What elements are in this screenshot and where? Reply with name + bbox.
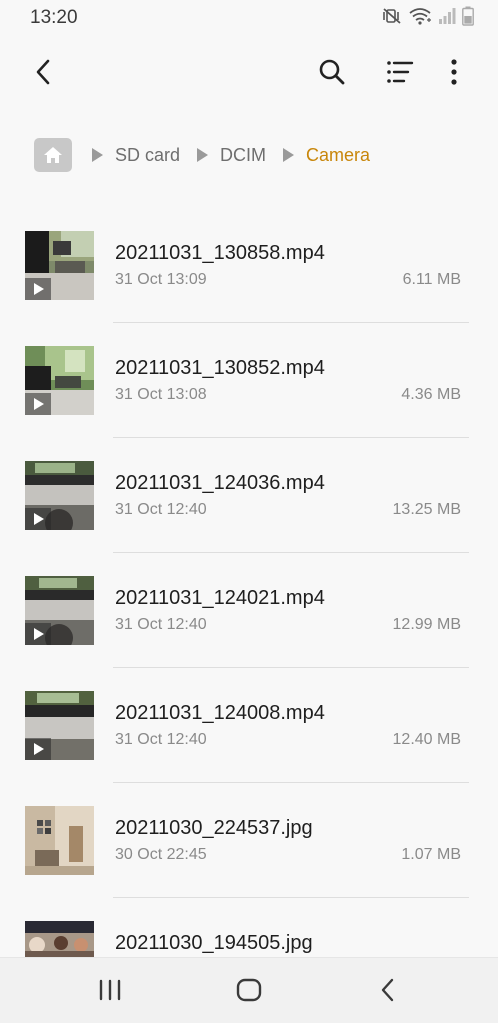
more-options-button[interactable]: [434, 52, 474, 92]
file-name: 20211031_130852.mp4: [115, 357, 325, 379]
file-date: 31 Oct 12:40: [115, 731, 207, 748]
file-name: 20211031_124021.mp4: [115, 587, 325, 609]
chevron-right-icon: [283, 148, 295, 162]
file-size: 12.99 MB: [392, 616, 461, 633]
list-item[interactable]: 20211030_224537.jpg 30 Oct 22:45 1.07 MB: [0, 783, 498, 898]
file-size: 13.25 MB: [392, 501, 461, 518]
play-icon: [25, 738, 51, 760]
video-thumbnail: [25, 461, 94, 530]
search-button[interactable]: [312, 52, 352, 92]
list-view-icon: [387, 61, 414, 83]
play-icon: [25, 623, 51, 645]
more-options-icon: [451, 59, 457, 85]
battery-icon: [462, 6, 474, 26]
wifi-icon: [408, 7, 432, 25]
file-name: 20211031_130858.mp4: [115, 242, 325, 264]
system-back-button[interactable]: [368, 974, 408, 1006]
video-thumbnail: [25, 231, 94, 300]
breadcrumb-home-button[interactable]: [34, 138, 72, 172]
breadcrumb-item-dcim[interactable]: DCIM: [220, 145, 266, 166]
file-date: 31 Oct 12:40: [115, 616, 207, 633]
navigation-bar: [0, 957, 498, 1023]
file-list: 20211031_130858.mp4 31 Oct 13:09 6.11 MB…: [0, 208, 498, 1013]
file-size: 4.36 MB: [401, 386, 461, 403]
home-icon: [236, 978, 262, 1002]
breadcrumb-item-sd-card[interactable]: SD card: [115, 145, 180, 166]
mute-vibrate-icon: [382, 7, 402, 25]
list-item[interactable]: 20211031_124008.mp4 31 Oct 12:40 12.40 M…: [0, 668, 498, 783]
back-arrow-icon: [36, 59, 50, 85]
list-item[interactable]: 20211031_130852.mp4 31 Oct 13:08 4.36 MB: [0, 323, 498, 438]
status-bar: 13:20: [0, 0, 498, 36]
file-date: 31 Oct 13:09: [115, 271, 207, 288]
file-size: 6.11 MB: [402, 271, 461, 288]
signal-icon: [438, 7, 456, 25]
file-name: 20211031_124008.mp4: [115, 702, 325, 724]
chevron-right-icon: [92, 148, 103, 162]
list-view-button[interactable]: [380, 52, 420, 92]
app-bar: [0, 40, 498, 104]
list-item[interactable]: 20211031_124021.mp4 31 Oct 12:40 12.99 M…: [0, 553, 498, 668]
file-date: 30 Oct 22:45: [115, 846, 207, 863]
file-date: 31 Oct 12:40: [115, 501, 207, 518]
video-thumbnail: [25, 346, 94, 415]
play-icon: [25, 393, 51, 415]
list-item[interactable]: 20211031_124036.mp4 31 Oct 12:40 13.25 M…: [0, 438, 498, 553]
breadcrumb-item-camera: Camera: [306, 144, 371, 165]
back-button[interactable]: [24, 52, 64, 92]
file-size: 12.40 MB: [392, 731, 461, 748]
file-name: 20211030_194505.jpg: [115, 932, 313, 954]
chevron-right-icon: [197, 148, 209, 162]
image-thumbnail: [25, 806, 94, 875]
recent-apps-icon: [99, 979, 121, 1001]
breadcrumb: SD card DCIM Camera: [34, 135, 370, 175]
file-size: 1.07 MB: [401, 846, 461, 863]
search-icon: [319, 59, 345, 85]
screen: 13:20 SD card DCIM Camera 20211031_13085…: [0, 0, 498, 1023]
file-date: 31 Oct 13:08: [115, 386, 207, 403]
status-icons: [382, 6, 474, 26]
list-item[interactable]: 20211031_130858.mp4 31 Oct 13:09 6.11 MB: [0, 208, 498, 323]
status-time: 13:20: [30, 7, 78, 28]
home-icon: [44, 147, 62, 163]
back-icon: [381, 978, 394, 1002]
file-name: 20211031_124036.mp4: [115, 472, 325, 494]
video-thumbnail: [25, 576, 94, 645]
home-button[interactable]: [229, 974, 269, 1006]
file-name: 20211030_224537.jpg: [115, 817, 313, 839]
play-icon: [25, 278, 51, 300]
video-thumbnail: [25, 691, 94, 760]
play-icon: [25, 508, 51, 530]
recent-apps-button[interactable]: [90, 974, 130, 1006]
